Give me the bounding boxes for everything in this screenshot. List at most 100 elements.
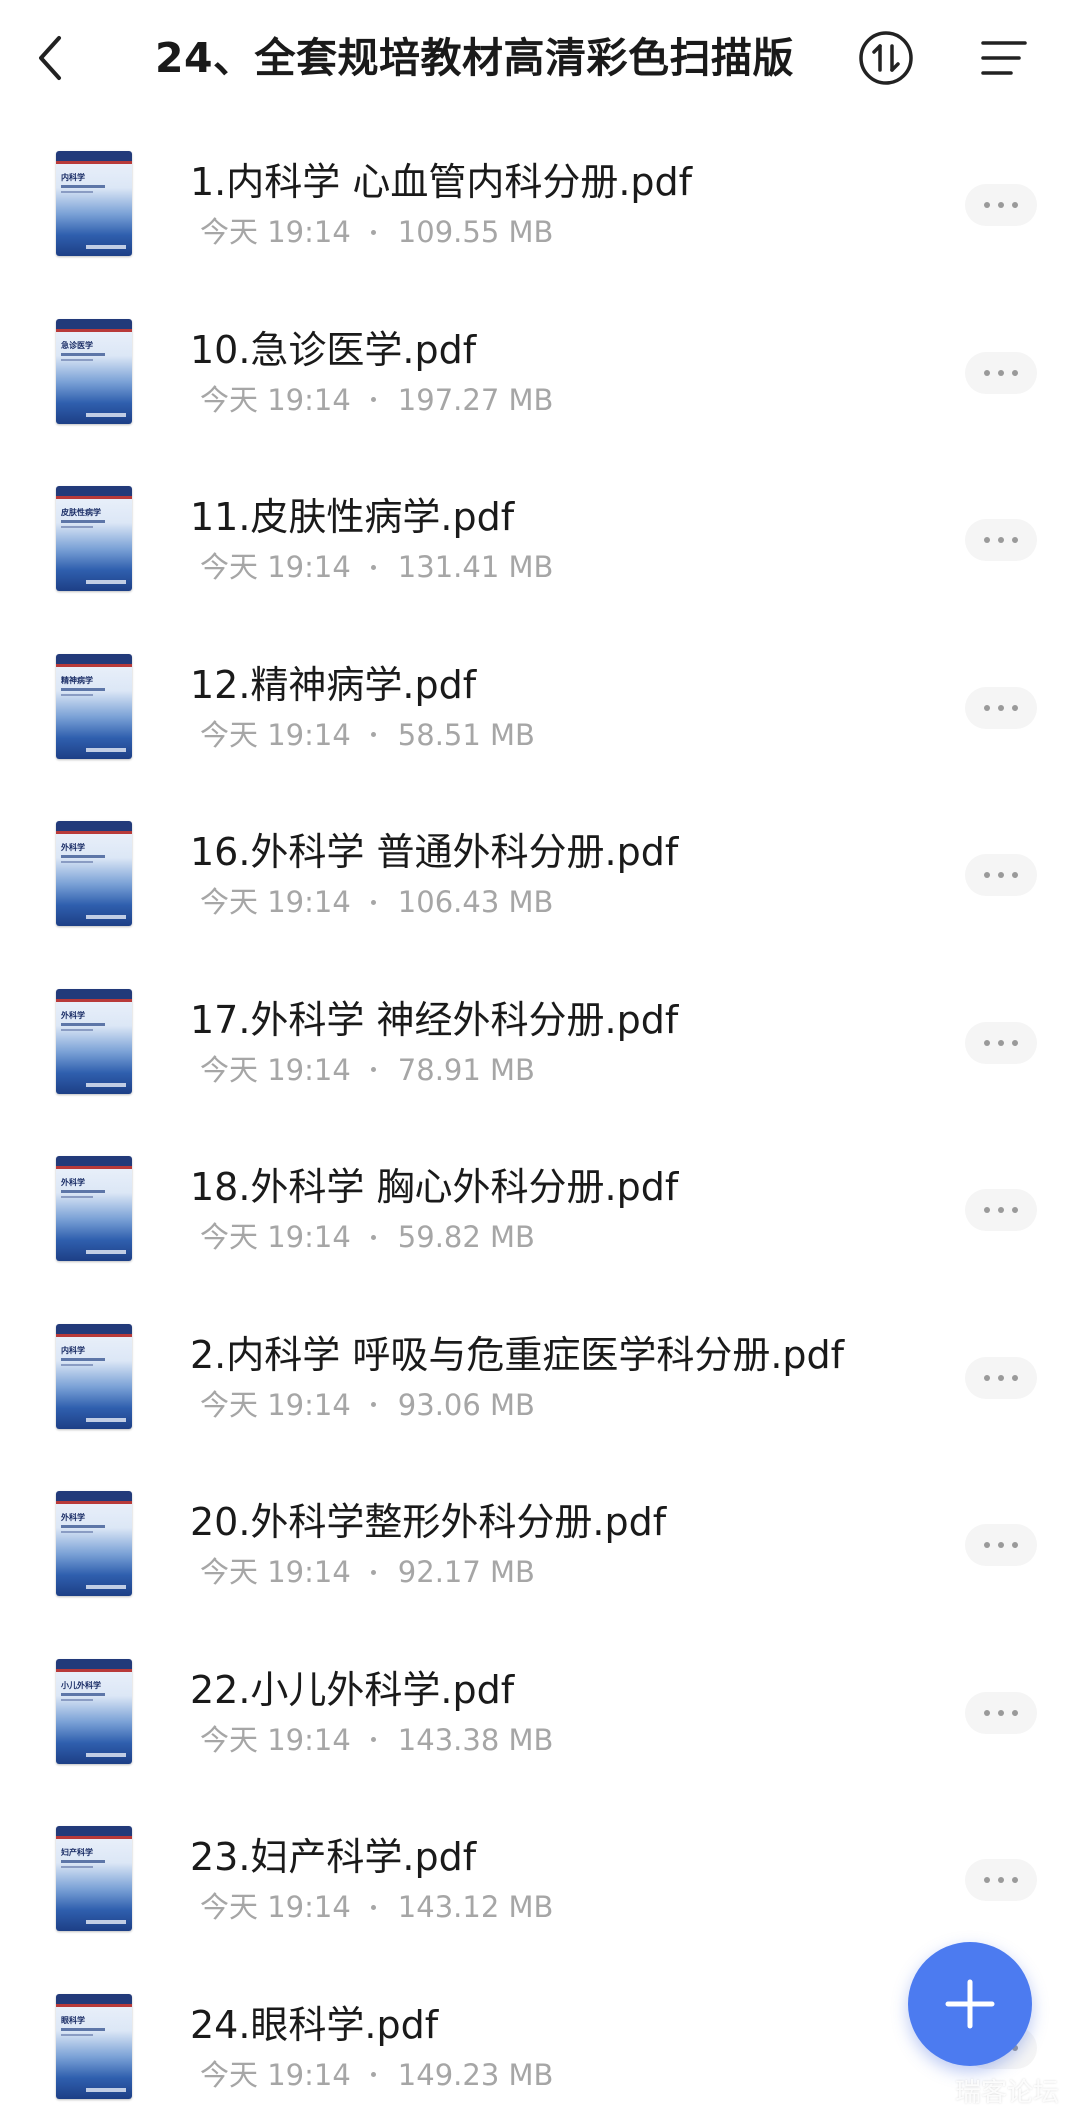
separator-dot [370, 2072, 376, 2077]
more-dots-icon [984, 369, 990, 376]
cover-band [56, 988, 132, 999]
cover-subtitle-line [61, 1190, 105, 1193]
cover-stripe [56, 1501, 132, 1504]
cover-stripe [56, 663, 132, 667]
file-row[interactable]: 外科学 16.外科学 普通外科分册.pdf 今天 19:14 106.43 MB [0, 788, 1080, 956]
more-dots-icon [1012, 369, 1018, 376]
plus-icon [945, 1979, 995, 2029]
cover-subtitle-line [61, 358, 93, 361]
pdf-cover-thumbnail: 外科学 [56, 1491, 132, 1596]
more-dots-icon [998, 1542, 1004, 1548]
pdf-cover-thumbnail: 皮肤性病学 [56, 486, 132, 591]
menu-button[interactable] [976, 30, 1032, 86]
file-meta: 今天 19:14 149.23 MB [200, 2058, 553, 2092]
file-name: 12.精神病学.pdf [190, 662, 477, 707]
file-date: 今天 19:14 [200, 550, 351, 584]
cover-stripe [56, 161, 132, 164]
file-row[interactable]: 小儿外科学 22.小儿外科学.pdf 今天 19:14 143.38 MB [0, 1626, 1080, 1794]
cover-stripe [56, 1836, 132, 1839]
cover-subtitle-line [61, 191, 93, 193]
file-meta: 今天 19:14 59.82 MB [200, 1220, 535, 1254]
cover-subtitle-line [61, 1866, 93, 1868]
cover-subtitle-line [61, 352, 105, 356]
cover-title: 小儿外科学 [61, 1680, 101, 1690]
cover-stripe [56, 2003, 132, 2007]
cover-band [56, 318, 132, 329]
cover-band [56, 653, 132, 664]
cover-publisher-line [86, 2087, 126, 2092]
file-row[interactable]: 急诊医学 10.急诊医学.pdf 今天 19:14 197.27 MB [0, 286, 1080, 454]
more-options-button[interactable] [965, 1189, 1037, 1231]
separator-dot [370, 1569, 376, 1575]
more-options-button[interactable] [965, 519, 1037, 561]
file-row[interactable]: 外科学 18.外科学 胸心外科分册.pdf 今天 19:14 59.82 MB [0, 1123, 1080, 1291]
cover-publisher-line [86, 1250, 126, 1254]
more-dots-icon [998, 1374, 1004, 1381]
file-name: 2.内科学 呼吸与危重症医学科分册.pdf [190, 1332, 845, 1377]
pdf-cover-thumbnail: 眼科学 [56, 1993, 132, 2099]
more-dots-icon [998, 202, 1004, 208]
cover-subtitle-line [61, 1022, 105, 1026]
more-options-button[interactable] [965, 1524, 1037, 1566]
file-date: 今天 19:14 [200, 215, 351, 249]
file-size: 92.17 MB [397, 1555, 535, 1589]
file-name: 18.外科学 胸心外科分册.pdf [190, 1165, 679, 1209]
cover-stripe [56, 1668, 132, 1672]
separator-dot [370, 229, 376, 235]
add-button[interactable] [908, 1942, 1032, 2066]
file-size: 78.91 MB [397, 1052, 535, 1087]
file-list: 内科学 1.内科学 心血管内科分册.pdf 今天 19:14 109.55 MB… [0, 118, 1080, 2126]
more-options-button[interactable] [965, 1356, 1037, 1399]
sort-button[interactable] [856, 28, 916, 88]
more-options-button[interactable] [965, 1859, 1037, 1901]
cover-publisher-line [86, 245, 126, 249]
cover-band [56, 1323, 132, 1334]
more-dots-icon [998, 1877, 1004, 1883]
file-row[interactable]: 外科学 17.外科学 神经外科分册.pdf 今天 19:14 78.91 MB [0, 956, 1080, 1124]
file-name: 22.小儿外科学.pdf [190, 1667, 515, 1712]
file-meta: 今天 19:14 92.17 MB [200, 1555, 535, 1589]
cover-title: 外科学 [61, 1178, 85, 1187]
more-dots-icon [998, 1709, 1004, 1716]
file-size: 93.06 MB [397, 1387, 535, 1422]
file-row[interactable]: 皮肤性病学 11.皮肤性病学.pdf 今天 19:14 131.41 MB [0, 453, 1080, 621]
cover-title: 外科学 [61, 1513, 85, 1522]
more-options-button[interactable] [965, 184, 1037, 226]
file-meta: 今天 19:14 143.38 MB [200, 1723, 553, 1757]
pdf-cover-thumbnail: 内科学 [56, 151, 132, 256]
more-dots-icon [1012, 872, 1018, 878]
file-row[interactable]: 外科学 20.外科学整形外科分册.pdf 今天 19:14 92.17 MB [0, 1458, 1080, 1626]
cover-subtitle-line [61, 693, 93, 696]
file-size: 106.43 MB [397, 885, 554, 919]
more-dots-icon [1012, 1039, 1018, 1046]
file-row[interactable]: 妇产科学 23.妇产科学.pdf 今天 19:14 143.12 MB [0, 1793, 1080, 1961]
more-options-button[interactable] [965, 854, 1037, 896]
cover-band [56, 1993, 132, 2004]
cover-band [56, 1658, 132, 1669]
cover-subtitle-line [61, 2033, 93, 2036]
file-date: 今天 19:14 [200, 1220, 351, 1254]
cover-publisher-line [86, 412, 126, 417]
cover-subtitle-line [61, 1028, 93, 1031]
more-dots-icon [1012, 537, 1018, 543]
file-date: 今天 19:14 [200, 2057, 351, 2092]
pdf-cover-thumbnail: 内科学 [56, 1323, 132, 1429]
file-meta: 今天 19:14 109.55 MB [200, 215, 553, 249]
cover-publisher-line [86, 1417, 126, 1422]
file-meta: 今天 19:14 131.41 MB [200, 550, 553, 584]
file-row[interactable]: 内科学 2.内科学 呼吸与危重症医学科分册.pdf 今天 19:14 93.06… [0, 1291, 1080, 1459]
more-options-button[interactable] [965, 686, 1037, 729]
pdf-cover-thumbnail: 妇产科学 [56, 1826, 132, 1931]
more-options-button[interactable] [965, 1691, 1037, 1734]
cover-stripe [56, 328, 132, 332]
cover-band [56, 1156, 132, 1166]
file-size: 143.38 MB [397, 1722, 554, 1757]
back-button[interactable] [22, 26, 78, 90]
more-options-button[interactable] [965, 351, 1037, 394]
more-options-button[interactable] [965, 1021, 1037, 1064]
cover-band [56, 821, 132, 831]
file-size: 197.27 MB [397, 382, 554, 417]
file-row[interactable]: 内科学 1.内科学 心血管内科分册.pdf 今天 19:14 109.55 MB [0, 118, 1080, 286]
file-row[interactable]: 精神病学 12.精神病学.pdf 今天 19:14 58.51 MB [0, 621, 1080, 789]
separator-dot [370, 1904, 376, 1910]
